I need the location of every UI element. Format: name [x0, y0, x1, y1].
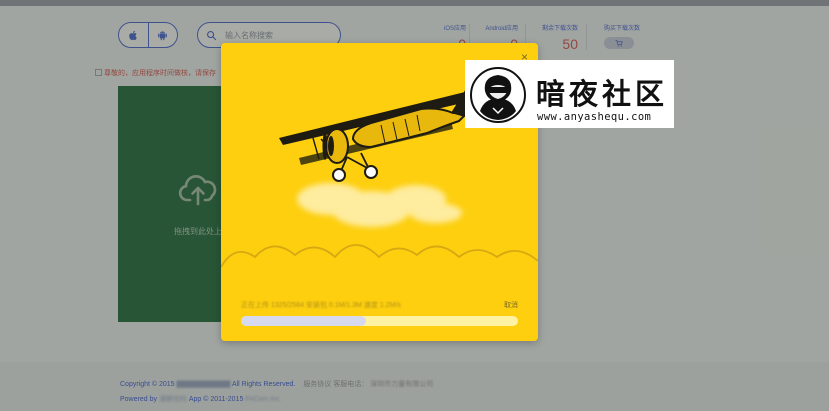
watermark: 暗夜社区 www.anyashequ.com — [465, 60, 674, 128]
watermark-brand: 暗夜社区 — [536, 77, 669, 111]
progress-track — [241, 316, 518, 326]
watermark-logo — [470, 67, 526, 123]
cancel-button[interactable]: 取消 — [504, 300, 518, 310]
watermark-url: www.anyashequ.com — [537, 111, 652, 123]
progress-fill — [241, 316, 366, 326]
progress-text: 正在上传 1325/2584 安装包 0.1M/1.3M 速度 1.2M/s — [241, 302, 401, 309]
